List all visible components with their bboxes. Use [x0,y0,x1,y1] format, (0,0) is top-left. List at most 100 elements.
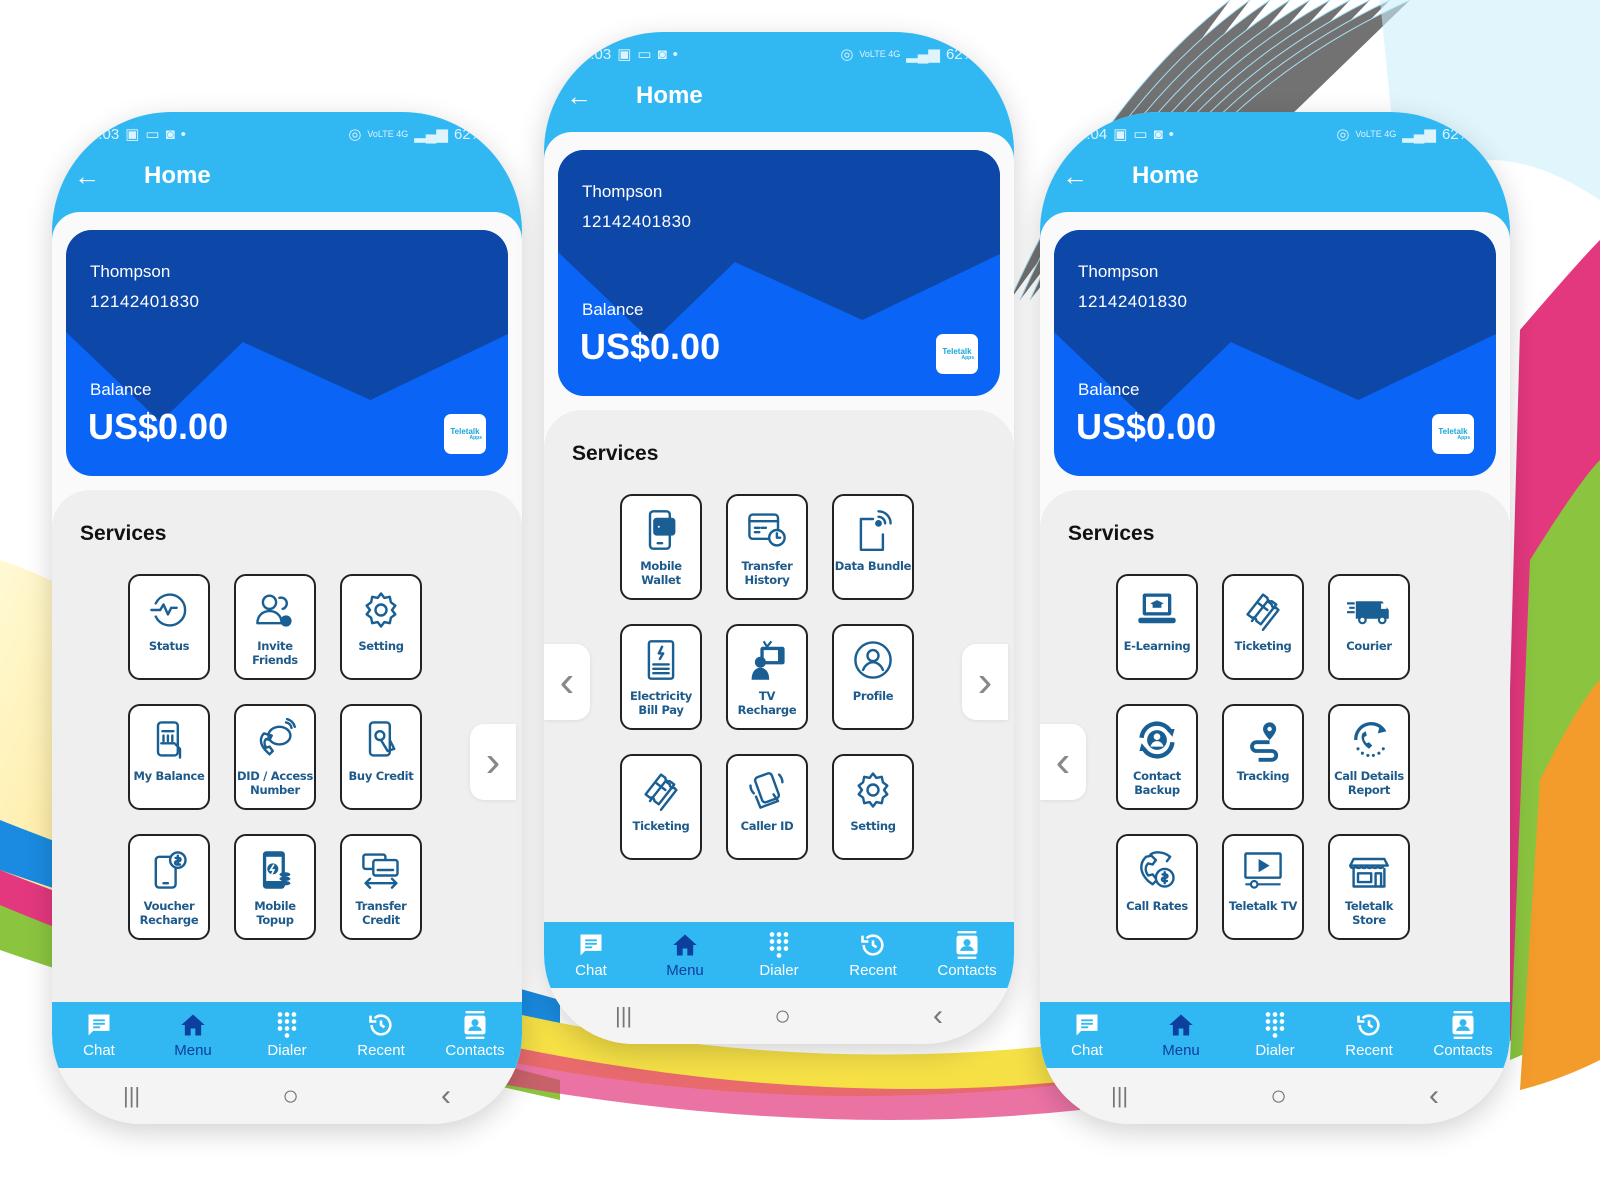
signal-icon: ▂▄▆ [414,126,448,143]
account-name: Thompson [90,262,171,281]
arrow-left-icon[interactable]: ← [1062,163,1088,189]
nav-contacts[interactable]: Contacts [922,930,1012,979]
gallery-icon: ▣ [617,46,632,63]
service-tile-electricity-bill-pay[interactable]: Electricity Bill Pay [620,624,702,730]
back-button[interactable]: ‹ [1429,1079,1439,1113]
services-grid: Mobile Wallet Transfer History Data Bundle… [620,494,914,860]
service-tile-transfer-credit[interactable]: Transfer Credit [340,834,422,940]
service-tile-courier[interactable]: Courier [1328,574,1410,680]
service-tile-did-access-number[interactable]: DID / Access Number [234,704,316,810]
service-tile-status[interactable]: Status [128,574,210,680]
nav-chat[interactable]: Chat [546,932,636,979]
balance-label: Balance [1078,380,1140,399]
home-button[interactable]: ○ [774,1000,791,1032]
tv-recharge-icon [745,638,789,682]
service-tile-invite-friends[interactable]: Invite Friends [234,574,316,680]
service-tile-mobile-wallet[interactable]: Mobile Wallet [620,494,702,600]
services-panel: Services Mobile Wallet Transfer History Da… [544,410,1014,924]
chevron-right-icon: › [485,737,501,786]
service-tile-ticketing[interactable]: Ticketing [1222,574,1304,680]
service-tile-setting[interactable]: Setting [340,574,422,680]
nav-contacts[interactable]: Contacts [430,1010,520,1059]
recents-button[interactable]: ||| [1111,1083,1128,1109]
service-tile-mobile-topup[interactable]: Mobile Topup [234,834,316,940]
courier-icon [1347,588,1391,632]
back-button[interactable]: ‹ [441,1079,451,1113]
service-tile-buy-credit[interactable]: Buy Credit [340,704,422,810]
dialpad-icon [1261,1011,1289,1038]
account-name: Thompson [1078,262,1159,281]
service-label: My Balance [133,769,205,783]
service-tile-teletalk-store[interactable]: Teletalk Store [1328,834,1410,940]
e-learning-icon [1135,588,1179,632]
chat-icon [577,932,605,958]
service-label: Mobile Wallet [640,559,682,587]
hotspot-icon: ◎ [348,126,362,143]
service-tile-e-learning[interactable]: E-Learning [1116,574,1198,680]
nav-dialer[interactable]: Dialer [734,931,824,979]
arrow-left-icon[interactable]: ← [566,83,592,109]
prev-page-button[interactable]: ‹ [1040,724,1086,800]
nav-dialer[interactable]: Dialer [242,1011,332,1059]
contacts-icon [953,930,981,959]
service-tile-teletalk-tv[interactable]: Teletalk TV [1222,834,1304,940]
chevron-right-icon: › [977,657,993,706]
transfer-credit-icon [359,848,403,892]
service-tile-transfer-history[interactable]: Transfer History [726,494,808,600]
nav-menu[interactable]: Menu [148,1012,238,1059]
service-tile-call-details-report[interactable]: Call Details Report [1328,704,1410,810]
service-tile-tracking[interactable]: Tracking [1222,704,1304,810]
service-tile-profile[interactable]: Profile [832,624,914,730]
laptop-icon: ▭ [145,126,160,143]
service-label: Data Bundle [834,559,912,573]
battery-text: 62% [945,45,976,63]
transfer-history-icon [745,508,789,552]
nav-menu[interactable]: Menu [1136,1012,1226,1059]
service-tile-caller-id[interactable]: Caller ID [726,754,808,860]
bottom-nav: Chat Menu Dialer Recent Contacts [52,1002,522,1068]
service-label: E-Learning [1123,639,1191,653]
nav-chat[interactable]: Chat [1042,1012,1132,1059]
balance-label: Balance [582,300,644,319]
service-tile-data-bundle[interactable]: Data Bundle [832,494,914,600]
nav-recent[interactable]: Recent [336,1012,426,1059]
service-tile-ticketing[interactable]: Ticketing [620,754,702,860]
store-icon [1347,848,1391,892]
next-page-button[interactable]: › [470,724,516,800]
service-tile-tv-recharge[interactable]: TV Recharge [726,624,808,730]
volte-icon: VoLTE 4G [1355,129,1397,139]
home-button[interactable]: ○ [1270,1080,1287,1112]
service-tile-voucher-recharge[interactable]: Voucher Recharge [128,834,210,940]
arrow-left-icon[interactable]: ← [74,163,100,189]
back-button[interactable]: ‹ [933,999,943,1033]
recents-button[interactable]: ||| [123,1083,140,1109]
service-tile-setting[interactable]: Setting [832,754,914,860]
service-tile-my-balance[interactable]: My Balance [128,704,210,810]
home-button[interactable]: ○ [282,1080,299,1112]
status-icon [147,588,191,632]
prev-page-button[interactable]: ‹ [544,644,590,720]
services-panel: Services E-Learning Ticketing Courier Conta… [1040,490,1510,1004]
nav-contacts[interactable]: Contacts [1418,1010,1508,1059]
next-page-button[interactable]: › [962,644,1008,720]
nav-menu[interactable]: Menu [640,932,730,979]
service-tile-contact-backup[interactable]: Contact Backup [1116,704,1198,810]
balance-card: Thompson 12142401830 Balance US$0.00 Tel… [66,230,508,476]
service-tile-call-rates[interactable]: Call Rates [1116,834,1198,940]
nav-dialer[interactable]: Dialer [1230,1011,1320,1059]
status-time: 9:03 [90,125,120,143]
nav-recent[interactable]: Recent [1324,1012,1414,1059]
nav-chat[interactable]: Chat [54,1012,144,1059]
services-grid: Status Invite Friends Setting My Balance DID… [128,574,422,940]
tracking-icon [1241,718,1285,762]
ticket-icon [1241,588,1285,632]
service-label: Teletalk Store [1344,899,1394,927]
recents-button[interactable]: ||| [615,1003,632,1029]
nav-recent[interactable]: Recent [828,932,918,979]
service-label: Call Details Report [1334,769,1404,797]
battery-text: 62% [453,125,484,143]
service-label: Caller ID [740,819,794,833]
app-icon: ◙ [1153,125,1163,143]
balance-amount: US$0.00 [88,406,229,447]
ticket-icon [639,768,683,812]
